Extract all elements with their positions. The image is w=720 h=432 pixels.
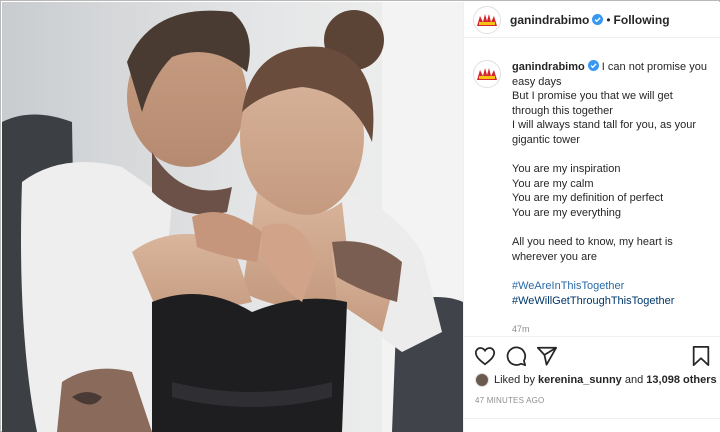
verified-badge-icon — [592, 14, 604, 25]
caption-line: You are my everything — [512, 206, 622, 219]
bookmark-icon — [692, 345, 710, 367]
comment-area-divider — [464, 418, 720, 419]
post-timestamp: 47 MINUTES AGO — [475, 396, 545, 405]
caption-line: But I promise you that we will get throu… — [512, 90, 673, 117]
likes-joiner: and — [624, 374, 644, 386]
caption-line: I will always stand tall for you, as you… — [512, 119, 697, 146]
save-button[interactable] — [690, 345, 712, 367]
caption-text: ganindrabimo I can not promise you easy … — [512, 60, 712, 337]
couple-photo-illustration — [2, 2, 463, 432]
header-separator: • — [606, 12, 611, 27]
comment-icon — [506, 346, 527, 367]
liker-avatar[interactable] — [475, 373, 489, 387]
hashtag-link[interactable]: #WeWillGetThroughThisTogether — [512, 294, 712, 309]
likes-others-link[interactable]: 13,098 others — [646, 374, 716, 386]
likes-summary: Liked by kerenina_sunny and 13,098 other… — [475, 373, 717, 387]
power-rangers-logo-icon — [477, 68, 497, 80]
comment-button[interactable] — [505, 345, 527, 367]
power-rangers-logo-icon — [477, 13, 497, 26]
actions-divider — [464, 336, 720, 337]
paper-plane-icon — [536, 346, 558, 366]
liker-username[interactable]: kerenina_sunny — [538, 374, 622, 386]
caption-time-ago: 47m — [512, 324, 530, 335]
caption-line: You are my calm — [512, 177, 594, 190]
verified-badge-icon — [587, 60, 599, 71]
post-photo[interactable] — [2, 2, 463, 432]
caption-line: You are my inspiration — [512, 163, 621, 176]
author-avatar[interactable] — [473, 5, 501, 34]
caption-line: All you need to know, my heart is wherev… — [512, 236, 673, 263]
like-button[interactable] — [474, 345, 496, 367]
hashtag-link[interactable]: #WeAreInThisTogether — [512, 279, 712, 294]
caption-line: You are my definition of perfect — [512, 192, 664, 205]
post-caption: ganindrabimo I can not promise you easy … — [464, 60, 720, 337]
author-username[interactable]: ganindrabimo — [510, 13, 589, 27]
instagram-post-frame: ganindrabimo • Following ganindrabimo I … — [0, 0, 720, 432]
caption-username[interactable]: ganindrabimo — [512, 61, 585, 73]
caption-author-avatar[interactable] — [473, 60, 501, 88]
following-button[interactable]: Following — [614, 13, 670, 27]
likes-prefix: Liked by — [494, 374, 535, 386]
post-header: ganindrabimo • Following — [464, 2, 720, 38]
share-button[interactable] — [536, 345, 558, 367]
post-side-panel: ganindrabimo • Following ganindrabimo I … — [463, 2, 720, 432]
post-actions — [464, 345, 720, 367]
heart-icon — [474, 347, 496, 366]
